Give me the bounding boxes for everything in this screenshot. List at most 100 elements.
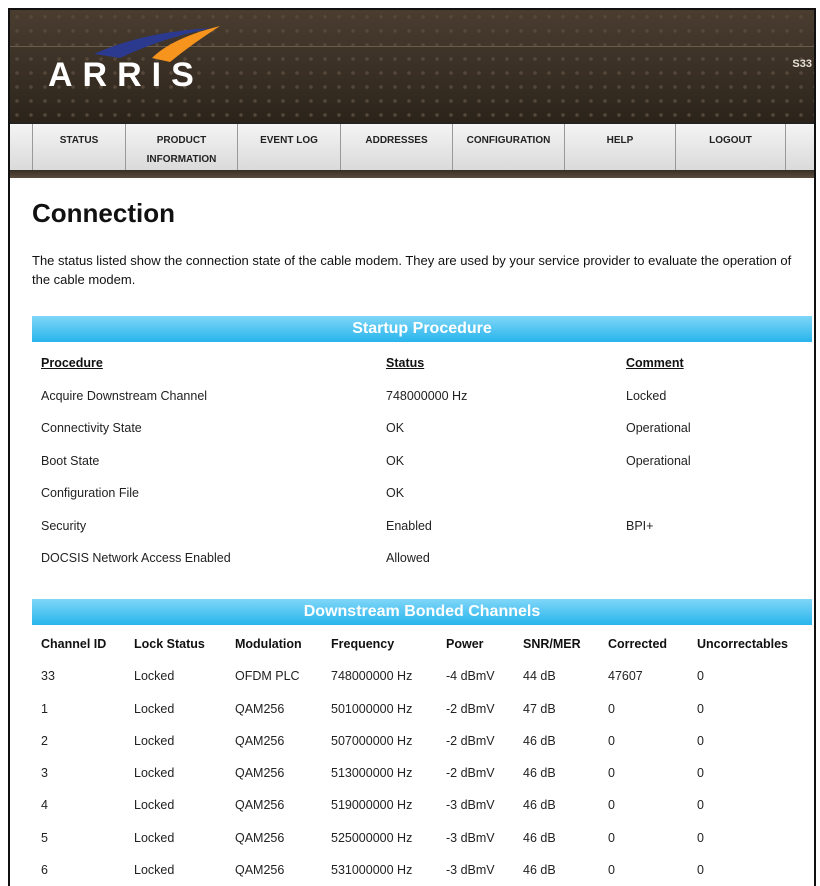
power-cell: -2 dBmV bbox=[446, 733, 495, 748]
comment-cell: BPI+ bbox=[626, 518, 654, 533]
table-row: Security Enabled BPI+ bbox=[32, 511, 812, 544]
procedure-cell: Acquire Downstream Channel bbox=[41, 388, 208, 403]
nav-help[interactable]: HELP bbox=[565, 124, 676, 172]
comment-cell: Locked bbox=[626, 388, 667, 403]
frequency-cell: 519000000 Hz bbox=[331, 798, 413, 813]
lock-status-cell: Locked bbox=[134, 830, 175, 845]
table-row: Boot State OK Operational bbox=[32, 446, 812, 479]
table-row: 1 Locked QAM256 501000000 Hz -2 dBmV 47 … bbox=[32, 695, 812, 727]
status-cell: Allowed bbox=[386, 551, 430, 565]
corrected-cell: 0 bbox=[608, 863, 615, 878]
nav-label: STATUS bbox=[59, 135, 99, 146]
nav-label: EVENT LOG bbox=[260, 135, 318, 146]
snr-cell: 47 dB bbox=[523, 701, 556, 716]
modulation-cell: QAM256 bbox=[235, 766, 285, 781]
corrected-cell: 0 bbox=[608, 830, 615, 845]
frequency-cell: 501000000 Hz bbox=[331, 701, 413, 716]
frequency-cell: 748000000 Hz bbox=[331, 669, 413, 684]
lock-status-cell: Locked bbox=[134, 733, 175, 748]
frequency-cell: 525000000 Hz bbox=[331, 830, 413, 845]
nav-logout[interactable]: LOGOUT bbox=[676, 124, 786, 172]
table-row: 3 Locked QAM256 513000000 Hz -2 dBmV 46 … bbox=[32, 759, 812, 791]
table-row: 33 Locked OFDM PLC 748000000 Hz -4 dBmV … bbox=[32, 662, 812, 694]
nav-event-log[interactable]: EVENT LOG bbox=[238, 124, 341, 172]
column-header: Status bbox=[386, 356, 425, 370]
channel-id-cell: 5 bbox=[41, 830, 48, 845]
snr-cell: 46 dB bbox=[523, 830, 556, 845]
nav-divider bbox=[10, 170, 814, 178]
column-header: SNR/MER bbox=[523, 637, 581, 651]
nav-label: ADDRESSES bbox=[365, 135, 428, 146]
table-row: Configuration File OK bbox=[32, 478, 812, 511]
corrected-cell: 0 bbox=[608, 733, 615, 748]
channel-id-cell: 6 bbox=[41, 863, 48, 878]
corrected-cell: 0 bbox=[608, 798, 615, 813]
frequency-cell: 513000000 Hz bbox=[331, 766, 413, 781]
frequency-cell: 507000000 Hz bbox=[331, 733, 413, 748]
nav-product-information[interactable]: PRODUCT INFORMATION bbox=[126, 124, 238, 172]
router-status-page: ARRIS S33 STATUS PRODUCT INFORMATION EVEN… bbox=[8, 8, 816, 886]
comment-cell: Operational bbox=[626, 453, 691, 468]
page-title: Connection bbox=[32, 198, 175, 228]
uncorrectables-cell: 0 bbox=[697, 669, 704, 684]
startup-procedure-header: Startup Procedure bbox=[32, 316, 812, 342]
power-cell: -2 dBmV bbox=[446, 766, 495, 781]
column-header: Power bbox=[446, 637, 484, 651]
procedure-cell: Configuration File bbox=[41, 486, 139, 500]
startup-procedure-table: Procedure Status Comment Acquire Downstr… bbox=[32, 348, 812, 576]
comment-cell: Operational bbox=[626, 421, 691, 435]
procedure-cell: Connectivity State bbox=[41, 421, 142, 435]
snr-cell: 46 dB bbox=[523, 863, 556, 878]
table-header-row: Procedure Status Comment bbox=[32, 348, 812, 381]
table-row: Acquire Downstream Channel 748000000 Hz … bbox=[32, 381, 812, 414]
frequency-cell: 531000000 Hz bbox=[331, 863, 413, 878]
modulation-cell: OFDM PLC bbox=[235, 669, 300, 684]
column-header: Channel ID bbox=[41, 637, 107, 651]
snr-cell: 44 dB bbox=[523, 669, 556, 684]
column-header: Modulation bbox=[235, 637, 302, 651]
table-row: DOCSIS Network Access Enabled Allowed bbox=[32, 543, 812, 576]
procedure-cell: Boot State bbox=[41, 453, 100, 468]
downstream-channels-table: Channel ID Lock Status Modulation Freque… bbox=[32, 630, 812, 886]
nav-configuration[interactable]: CONFIGURATION bbox=[453, 124, 565, 172]
nav-addresses[interactable]: ADDRESSES bbox=[341, 124, 453, 172]
lock-status-cell: Locked bbox=[134, 766, 175, 781]
lock-status-cell: Locked bbox=[134, 798, 175, 813]
nav-label: CONFIGURATION bbox=[466, 135, 551, 146]
page-description: The status listed show the connection st… bbox=[32, 253, 792, 287]
nav-status[interactable]: STATUS bbox=[33, 124, 126, 172]
channel-id-cell: 3 bbox=[41, 766, 48, 781]
modulation-cell: QAM256 bbox=[235, 701, 285, 716]
modulation-cell: QAM256 bbox=[235, 863, 285, 878]
table-row: 6 Locked QAM256 531000000 Hz -3 dBmV 46 … bbox=[32, 856, 812, 886]
column-header: Frequency bbox=[331, 637, 395, 651]
column-header: Procedure bbox=[41, 356, 103, 370]
status-cell: OK bbox=[386, 453, 405, 468]
channel-id-cell: 4 bbox=[41, 798, 48, 813]
snr-cell: 46 dB bbox=[523, 766, 556, 781]
uncorrectables-cell: 0 bbox=[697, 830, 704, 845]
channel-id-cell: 33 bbox=[41, 669, 55, 684]
lock-status-cell: Locked bbox=[134, 701, 175, 716]
channel-id-cell: 2 bbox=[41, 733, 48, 748]
nav-label: LOGOUT bbox=[709, 135, 752, 146]
power-cell: -3 dBmV bbox=[446, 830, 495, 845]
modulation-cell: QAM256 bbox=[235, 798, 285, 813]
uncorrectables-cell: 0 bbox=[697, 766, 704, 781]
uncorrectables-cell: 0 bbox=[697, 733, 704, 748]
model-label: S33 bbox=[792, 58, 812, 70]
table-row: 4 Locked QAM256 519000000 Hz -3 dBmV 46 … bbox=[32, 791, 812, 823]
nav-label-sub: INFORMATION bbox=[146, 154, 217, 165]
nav-label: PRODUCT bbox=[156, 135, 207, 146]
column-header: Lock Status bbox=[134, 637, 205, 651]
procedure-cell: Security bbox=[41, 518, 87, 533]
uncorrectables-cell: 0 bbox=[697, 863, 704, 878]
arris-logo[interactable]: ARRIS bbox=[48, 56, 204, 95]
table-row: 2 Locked QAM256 507000000 Hz -2 dBmV 46 … bbox=[32, 727, 812, 759]
power-cell: -3 dBmV bbox=[446, 798, 495, 813]
column-header: Corrected bbox=[608, 637, 668, 651]
header-banner: ARRIS S33 bbox=[10, 10, 814, 122]
lock-status-cell: Locked bbox=[134, 863, 175, 878]
power-cell: -3 dBmV bbox=[446, 863, 495, 878]
table-header-row: Channel ID Lock Status Modulation Freque… bbox=[32, 630, 812, 662]
